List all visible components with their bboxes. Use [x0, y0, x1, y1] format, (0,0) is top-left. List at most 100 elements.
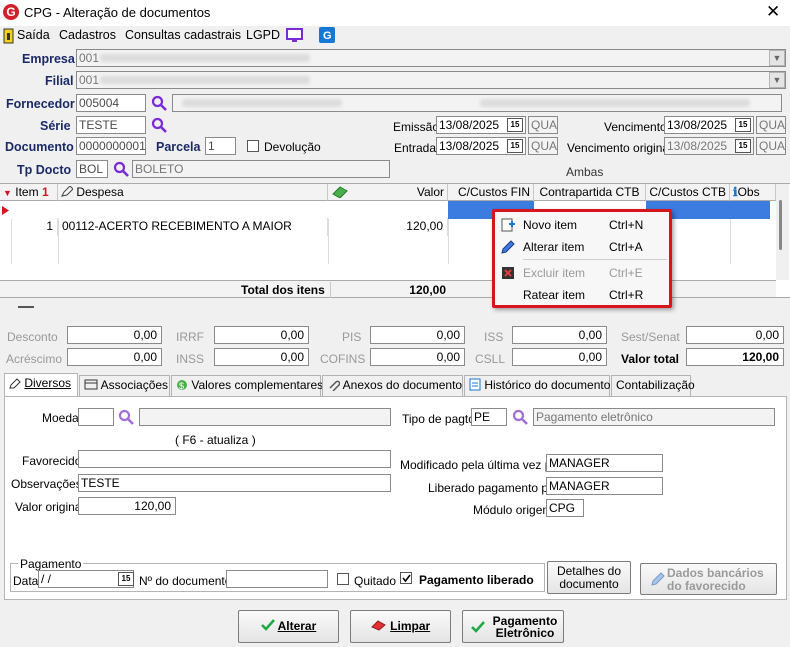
menu-separator	[523, 259, 667, 260]
monitor-icon[interactable]	[286, 28, 303, 43]
moeda-label: Moeda	[42, 411, 79, 425]
csll-field[interactable]: 0,00	[512, 348, 607, 366]
tab-associacoes[interactable]: Associações	[79, 375, 170, 396]
tpdocto-desc-field: BOLETO	[132, 160, 390, 178]
col-header-obs[interactable]: ℹObs	[730, 184, 776, 201]
redacted-text	[100, 54, 310, 62]
tpdocto-search-icon[interactable]	[113, 161, 129, 177]
vencimento-calendar-icon[interactable]: 15	[735, 118, 751, 132]
fornecedor-search-icon[interactable]	[151, 95, 167, 111]
grid-line	[328, 219, 329, 264]
col-header-despesa[interactable]: Despesa	[58, 184, 328, 201]
ctx-ratear-item[interactable]: Ratear item Ctrl+R	[495, 284, 669, 306]
venc-original-calendar-icon[interactable]: 15	[735, 139, 751, 153]
splitter-handle[interactable]	[18, 306, 34, 308]
grid-scroll-thumb[interactable]	[779, 200, 782, 250]
valor-original-label: Valor original	[15, 500, 85, 514]
irrf-field[interactable]: 0,00	[214, 326, 309, 344]
devolucao-checkbox[interactable]	[247, 140, 259, 152]
pis-field[interactable]: 0,00	[370, 326, 465, 344]
tpdocto-label: Tp Docto	[17, 163, 72, 177]
quitado-label: Quitado	[354, 574, 397, 588]
entrada-label: Entrada	[394, 141, 437, 155]
empresa-label: Empresa	[22, 52, 75, 66]
data-calendar-icon[interactable]: 15	[118, 572, 134, 586]
moeda-input[interactable]	[78, 408, 114, 426]
sest-senat-field[interactable]: 0,00	[686, 326, 784, 344]
documento-input[interactable]: 0000000001	[76, 137, 146, 155]
app-shortcut-icon[interactable]: G	[319, 27, 335, 43]
favorecido-input[interactable]	[78, 450, 391, 468]
empresa-dropdown-icon[interactable]: ▼	[769, 50, 785, 66]
tipo-pagto-input[interactable]: PE	[471, 408, 507, 426]
context-menu: Novo item Ctrl+N Alterar item Ctrl+A Exclu…	[492, 209, 672, 308]
tpdocto-input[interactable]: BOL	[76, 160, 108, 178]
desconto-label: Desconto	[7, 330, 58, 344]
check-icon	[471, 621, 485, 633]
col-header-contrapartida[interactable]: Contrapartida CTB	[534, 184, 646, 201]
quitado-checkbox[interactable]	[337, 573, 349, 585]
app-logo-icon: G	[3, 4, 19, 20]
col-header-ccustos-ctb[interactable]: C/Custos CTB	[646, 184, 730, 201]
vencimento-label: Vencimento	[604, 120, 667, 134]
menu-lgpd[interactable]: LGPD	[246, 27, 280, 44]
desconto-field[interactable]: 0,00	[67, 326, 162, 344]
tab-contabilizacao[interactable]: Contabilização	[611, 375, 695, 396]
tipo-pagto-label: Tipo de pagto	[402, 412, 475, 426]
pagamento-liberado-checkbox[interactable]	[400, 572, 412, 584]
moeda-search-icon[interactable]	[118, 409, 134, 425]
menu-consultas-cadastrais[interactable]: Consultas cadastrais	[125, 27, 241, 44]
cofins-field[interactable]: 0,00	[370, 348, 465, 366]
grid-line	[730, 219, 731, 264]
limpar-button[interactable]: Limpar	[350, 610, 451, 643]
close-button[interactable]: ✕	[766, 2, 780, 22]
documento-label: Documento	[5, 140, 74, 154]
tab-anexos[interactable]: Anexos do documento	[322, 375, 463, 396]
fornecedor-code-input[interactable]: 005004	[76, 94, 146, 112]
col-header-item[interactable]: ▼ Item 1	[0, 184, 58, 201]
parcela-input[interactable]: 1	[205, 137, 236, 155]
window: G CPG - Alteração de documentos ✕ Saída …	[0, 0, 790, 647]
filial-dropdown-icon[interactable]: ▼	[769, 72, 785, 88]
irrf-label: IRRF	[176, 330, 204, 344]
serie-search-icon[interactable]	[151, 117, 167, 133]
favorecido-label: Favorecido	[22, 454, 82, 468]
detalhes-documento-button[interactable]: Detalhes do documento	[547, 561, 631, 594]
ndoc-input[interactable]	[226, 570, 328, 588]
cell-valor: 120,00	[328, 218, 448, 236]
valor-total-field: 120,00	[686, 348, 784, 366]
valor-original-field: 120,00	[78, 497, 176, 515]
serie-input[interactable]: TESTE	[76, 116, 146, 134]
fornecedor-label: Fornecedor	[6, 97, 75, 111]
edit-icon	[61, 185, 74, 197]
cell-item: 1	[0, 218, 58, 236]
pagamento-eletronico-button[interactable]: Pagamento Eletrônico	[462, 610, 564, 643]
menu-cadastros[interactable]: Cadastros	[59, 27, 116, 44]
alterar-button[interactable]: Alterar	[238, 610, 339, 643]
emissao-calendar-icon[interactable]: 15	[507, 118, 523, 132]
ctx-novo-item[interactable]: Novo item Ctrl+N	[495, 214, 669, 236]
redacted-text	[100, 76, 310, 84]
title-bar: G CPG - Alteração de documentos ✕	[0, 0, 790, 26]
observacoes-input[interactable]: TESTE	[78, 474, 391, 492]
iss-field[interactable]: 0,00	[512, 326, 607, 344]
tab-historico[interactable]: Histórico do documento	[464, 375, 610, 396]
tipo-pagto-search-icon[interactable]	[512, 409, 528, 425]
menu-saida[interactable]: Saída	[17, 27, 50, 44]
entrada-calendar-icon[interactable]: 15	[507, 139, 523, 153]
ctx-alterar-item[interactable]: Alterar item Ctrl+A	[495, 236, 669, 258]
col-header-ccustos-fin[interactable]: C/Custos FIN	[448, 184, 534, 201]
svg-text:G: G	[323, 30, 332, 42]
new-item-icon	[501, 218, 515, 232]
devolucao-label: Devolução	[264, 140, 321, 154]
inss-field[interactable]: 0,00	[214, 348, 309, 366]
acrescimo-field[interactable]: 0,00	[67, 348, 162, 366]
tab-diversos[interactable]: Diversos	[4, 373, 78, 396]
pis-label: PIS	[342, 330, 362, 344]
grid-scrollbar[interactable]	[776, 184, 789, 280]
redacted-text	[182, 99, 342, 107]
col-header-valor[interactable]: Valor	[328, 184, 448, 201]
tab-valores-complementares[interactable]: $ Valores complementares	[171, 375, 323, 396]
emissao-label: Emissão	[393, 120, 440, 134]
exit-icon	[3, 28, 14, 44]
